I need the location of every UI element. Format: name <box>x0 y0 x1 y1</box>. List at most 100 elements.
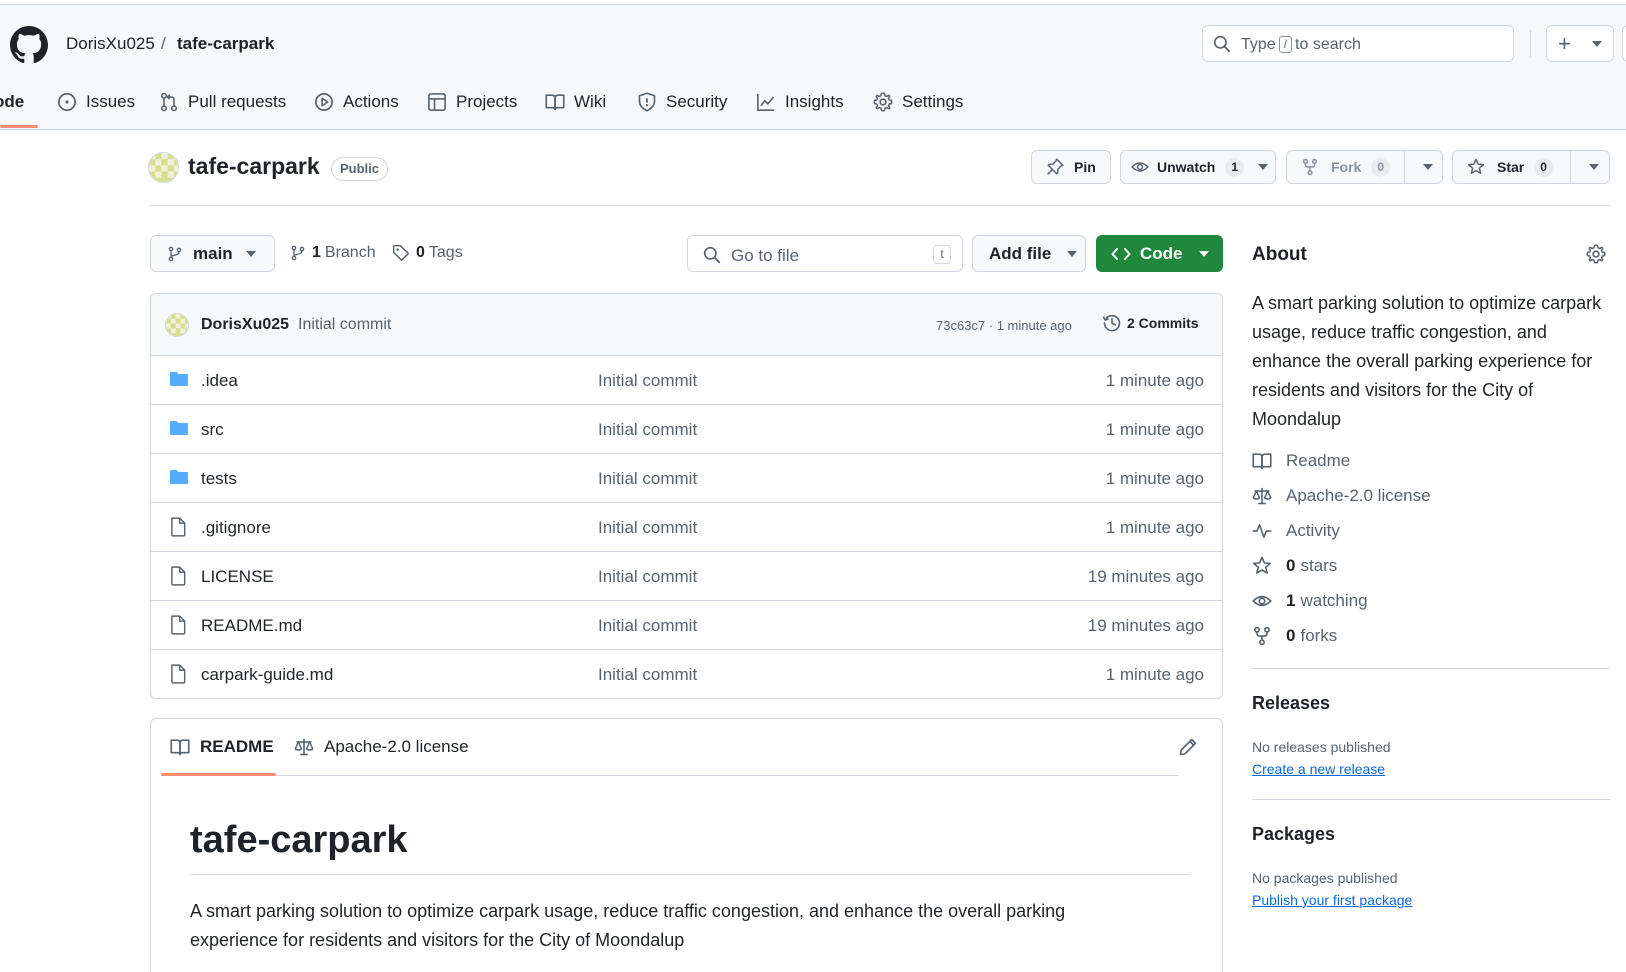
law-icon <box>1252 486 1286 506</box>
commit-hash-time[interactable]: 73c63c7 · 1 minute ago <box>936 318 1072 333</box>
tab-license[interactable]: Apache-2.0 license <box>294 737 469 757</box>
star-button[interactable]: Star 0 <box>1452 150 1610 184</box>
search-icon <box>703 246 721 264</box>
button-divider <box>1570 151 1571 183</box>
header-divider <box>1530 30 1531 57</box>
file-name[interactable]: LICENSE <box>201 567 274 587</box>
commits-history-link[interactable]: 2 Commits <box>1102 313 1199 333</box>
tab-actions[interactable]: Actions <box>314 88 399 116</box>
file-name[interactable]: tests <box>201 469 237 489</box>
file-commit-time: 1 minute ago <box>1105 665 1204 684</box>
sidebar-readme-link[interactable]: Readme <box>1252 451 1350 471</box>
sidebar-forks-link[interactable]: 0 forks <box>1252 626 1337 646</box>
readme-heading-rule <box>190 874 1190 875</box>
file-icon <box>169 517 187 537</box>
tags-link[interactable]: 0 Tags <box>392 244 463 262</box>
file-name[interactable]: README.md <box>201 616 302 636</box>
caret-down-icon <box>245 250 256 257</box>
readme-panel: README Apache-2.0 license tafe-carpark A… <box>150 718 1223 972</box>
file-row[interactable]: LICENSE Initial commit 19 minutes ago <box>151 552 1222 601</box>
fork-icon <box>1252 626 1286 646</box>
create-new-button[interactable]: + <box>1546 25 1614 62</box>
commit-message[interactable]: Initial commit <box>298 316 391 334</box>
issues-shortcut-button[interactable] <box>1622 25 1626 62</box>
packages-empty-text: No packages published <box>1252 870 1398 886</box>
fork-button[interactable]: Fork 0 <box>1286 150 1443 184</box>
file-name[interactable]: .idea <box>201 371 238 391</box>
gear-icon[interactable] <box>1586 244 1606 264</box>
tab-readme[interactable]: README <box>170 737 274 757</box>
pulse-icon <box>1252 521 1286 541</box>
folder-icon <box>169 468 189 486</box>
tab-issues[interactable]: Issues <box>57 88 135 116</box>
file-name[interactable]: .gitignore <box>201 518 271 538</box>
pencil-icon[interactable] <box>1178 737 1198 757</box>
readme-active-underline <box>161 773 276 776</box>
file-commit-message[interactable]: Initial commit <box>598 420 697 440</box>
file-row[interactable]: tests Initial commit 1 minute ago <box>151 454 1222 503</box>
sidebar-stars-link[interactable]: 0 stars <box>1252 556 1337 576</box>
file-name[interactable]: src <box>201 420 224 440</box>
tab-security[interactable]: Security <box>637 88 727 116</box>
packages-heading[interactable]: Packages <box>1252 824 1335 845</box>
pin-button[interactable]: Pin <box>1031 150 1111 184</box>
file-icon <box>169 615 187 635</box>
tab-wiki[interactable]: Wiki <box>545 88 606 116</box>
repo-owner-avatar[interactable] <box>148 152 179 183</box>
tab-insights[interactable]: Insights <box>756 88 844 116</box>
global-header: DorisXu025 / tafe-carpark Type / to search… <box>0 0 1626 130</box>
global-search-input[interactable]: Type / to search <box>1202 25 1514 62</box>
add-file-button[interactable]: Add file <box>972 235 1086 272</box>
unwatch-button[interactable]: Unwatch 1 <box>1120 150 1276 184</box>
branch-selector[interactable]: main <box>150 235 275 272</box>
file-commit-message[interactable]: Initial commit <box>598 469 697 489</box>
releases-heading[interactable]: Releases <box>1252 693 1330 714</box>
gear-icon <box>873 92 902 112</box>
file-commit-message[interactable]: Initial commit <box>598 616 697 636</box>
file-commit-time: 1 minute ago <box>1105 518 1204 537</box>
file-row[interactable]: src Initial commit 1 minute ago <box>151 405 1222 454</box>
github-logo-icon[interactable] <box>10 26 48 64</box>
file-row[interactable]: README.md Initial commit 19 minutes ago <box>151 601 1222 650</box>
repo-title[interactable]: tafe-carpark <box>188 153 320 180</box>
book-icon <box>170 737 200 757</box>
go-to-file-placeholder: Go to file <box>731 246 800 265</box>
law-icon <box>294 737 324 757</box>
sidebar-activity-link[interactable]: Activity <box>1252 521 1340 541</box>
caret-down-icon <box>1423 164 1433 170</box>
branches-link[interactable]: 1 Branch <box>290 244 376 262</box>
file-name[interactable]: carpark-guide.md <box>201 665 333 685</box>
file-commit-message[interactable]: Initial commit <box>598 567 697 587</box>
sidebar-watching-link[interactable]: 1 watching <box>1252 591 1368 611</box>
about-description: A smart parking solution to optimize car… <box>1252 293 1602 429</box>
file-commit-time: 1 minute ago <box>1105 371 1204 390</box>
breadcrumb-owner[interactable]: DorisXu025 <box>66 34 155 54</box>
breadcrumb-repo[interactable]: tafe-carpark <box>177 34 274 54</box>
caret-down-icon <box>1198 250 1209 257</box>
eye-icon <box>1252 591 1286 611</box>
file-row[interactable]: .gitignore Initial commit 1 minute ago <box>151 503 1222 552</box>
code-button[interactable]: Code <box>1096 235 1223 272</box>
file-row[interactable]: carpark-guide.md Initial commit 1 minute… <box>151 650 1222 698</box>
tab-pull-requests[interactable]: Pull requests <box>159 88 286 116</box>
sidebar-license-link[interactable]: Apache-2.0 license <box>1252 486 1431 506</box>
commit-author-avatar[interactable] <box>165 313 189 337</box>
folder-icon <box>169 370 189 388</box>
go-to-file-input[interactable]: Go to file t <box>687 235 963 272</box>
tag-icon <box>392 244 410 262</box>
tab-settings[interactable]: Settings <box>873 88 963 116</box>
fork-icon <box>1301 158 1319 176</box>
file-commit-message[interactable]: Initial commit <box>598 518 697 538</box>
publish-package-link[interactable]: Publish your first package <box>1252 892 1412 908</box>
file-commit-message[interactable]: Initial commit <box>598 371 697 391</box>
commit-author[interactable]: DorisXu025 <box>201 316 289 334</box>
watch-counter: 1 <box>1225 157 1245 177</box>
browser-top-strip <box>0 0 1626 5</box>
file-commit-message[interactable]: Initial commit <box>598 665 697 685</box>
create-release-link[interactable]: Create a new release <box>1252 761 1385 777</box>
play-icon <box>314 92 343 112</box>
file-commit-time: 1 minute ago <box>1105 420 1204 439</box>
tab-projects[interactable]: Projects <box>427 88 517 116</box>
file-row[interactable]: .idea Initial commit 1 minute ago <box>151 356 1222 405</box>
tab-code[interactable]: ode <box>0 88 24 116</box>
